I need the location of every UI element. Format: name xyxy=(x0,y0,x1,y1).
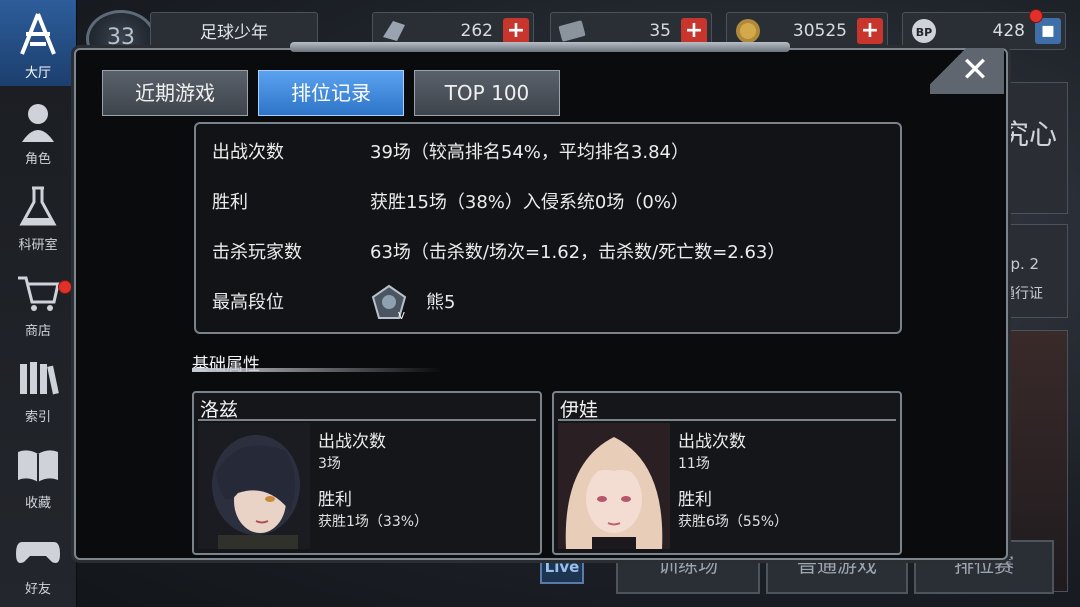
games-value: 11场 xyxy=(678,456,710,472)
character-portrait xyxy=(558,423,670,549)
svg-text:BP: BP xyxy=(916,26,932,39)
character-portrait xyxy=(198,423,310,549)
rank-badge-letter: V xyxy=(398,311,405,322)
character-card-rose[interactable]: 洛兹 出战次数 3场 胜利 获胜1场（33%） xyxy=(192,391,542,555)
rank-badge-icon: V xyxy=(371,284,407,322)
add-coin-button[interactable]: + xyxy=(857,18,883,44)
sidebar-item-lobby[interactable]: 大厅 xyxy=(0,0,76,86)
bg-side-panel-1[interactable]: 究心 xyxy=(1000,82,1068,214)
stat-key: 出战次数 xyxy=(212,142,284,163)
crystal-icon xyxy=(383,21,405,41)
lobby-icon xyxy=(20,13,56,55)
tab-recent-games[interactable]: 近期游戏 xyxy=(102,70,248,116)
sidebar-item-index[interactable]: 索引 xyxy=(0,344,76,430)
gamepad-icon xyxy=(16,542,60,563)
sidebar-item-label: 商店 xyxy=(24,324,51,339)
flask-icon xyxy=(19,186,57,226)
stat-row-highest-rank: 最高段位 V 熊5 xyxy=(212,284,892,322)
stat-key: 击杀玩家数 xyxy=(212,242,302,263)
coin-count: 30525 xyxy=(792,21,847,41)
games-label: 出战次数 xyxy=(318,432,386,452)
stat-key: 最高段位 xyxy=(212,292,284,313)
modal-top-rail xyxy=(290,42,790,52)
add-crystal-button[interactable]: + xyxy=(503,18,529,44)
cart-icon xyxy=(18,276,60,311)
bp-icon: BP xyxy=(912,19,936,43)
stat-key: 胜利 xyxy=(212,192,248,213)
wins-value: 获胜1场（33%） xyxy=(318,514,429,530)
sidebar-item-label: 索引 xyxy=(24,410,51,425)
character-name: 伊娃 xyxy=(560,399,599,421)
books-icon xyxy=(20,362,59,395)
left-sidebar: 大厅 角色 科研室 商店 索引 收藏 好友 xyxy=(0,0,77,607)
stat-row-kills: 击杀玩家数 63场（击杀数/场次=1.62，击杀数/死亡数=2.63） xyxy=(212,238,892,268)
character-icon xyxy=(22,104,54,142)
player-level: 33 xyxy=(107,25,135,50)
sidebar-item-lab[interactable]: 科研室 xyxy=(0,172,76,258)
stat-value: 63场（击杀数/场次=1.62，击杀数/死亡数=2.63） xyxy=(370,242,786,263)
tab-ranked-record[interactable]: 排位记录 xyxy=(258,70,404,116)
ranked-stats-box: 出战次数 39场（较高排名54%，平均排名3.84） 胜利 获胜15场（38%）… xyxy=(194,122,902,334)
section-underline xyxy=(192,368,442,372)
divider xyxy=(198,419,536,421)
sidebar-item-shop[interactable]: 商店 xyxy=(0,258,76,344)
character-card-eva[interactable]: 伊娃 出战次数 11场 胜利 获胜6场（55%） xyxy=(552,391,902,555)
sidebar-item-friends[interactable]: 好友 xyxy=(0,516,76,602)
sidebar-item-label: 角色 xyxy=(24,152,51,167)
stat-value: 39场（较高排名54%，平均排名3.84） xyxy=(370,142,689,163)
notification-dot xyxy=(1029,9,1043,23)
character-name: 洛兹 xyxy=(200,399,239,421)
wins-label: 胜利 xyxy=(318,490,352,510)
close-button[interactable]: ✕ xyxy=(958,52,992,88)
sidebar-item-label: 好友 xyxy=(24,582,51,597)
wins-value: 获胜6场（55%） xyxy=(678,514,789,530)
bg-panel-text: 究心 xyxy=(1001,118,1058,151)
stat-value: 熊5 xyxy=(426,292,456,313)
stat-row-games: 出战次数 39场（较高排名54%，平均排名3.84） xyxy=(212,138,892,168)
games-label: 出战次数 xyxy=(678,432,746,452)
notification-dot xyxy=(58,280,72,294)
stat-value: 获胜15场（38%）入侵系统0场（0%） xyxy=(370,192,689,213)
bp-count: 428 xyxy=(992,21,1025,41)
sidebar-item-character[interactable]: 角色 xyxy=(0,86,76,172)
stat-row-wins: 胜利 获胜15场（38%）入侵系统0场（0%） xyxy=(212,188,892,218)
open-book-icon xyxy=(18,450,58,482)
battle-pass-panel[interactable]: Ep. 2 通行证 xyxy=(1000,224,1068,318)
coin-icon xyxy=(736,19,760,43)
sidebar-item-label: 收藏 xyxy=(24,496,51,511)
resource-bp: BP 428 ▪ xyxy=(902,9,1066,50)
ticket-icon xyxy=(558,20,586,42)
tab-top-100[interactable]: TOP 100 xyxy=(414,70,560,116)
games-value: 3场 xyxy=(318,456,341,472)
add-ticket-button[interactable]: + xyxy=(681,18,707,44)
wins-label: 胜利 xyxy=(678,490,712,510)
sidebar-item-label: 科研室 xyxy=(18,238,58,253)
sidebar-item-collection[interactable]: 收藏 xyxy=(0,430,76,516)
divider xyxy=(558,419,896,421)
sidebar-item-label: 大厅 xyxy=(24,66,51,81)
